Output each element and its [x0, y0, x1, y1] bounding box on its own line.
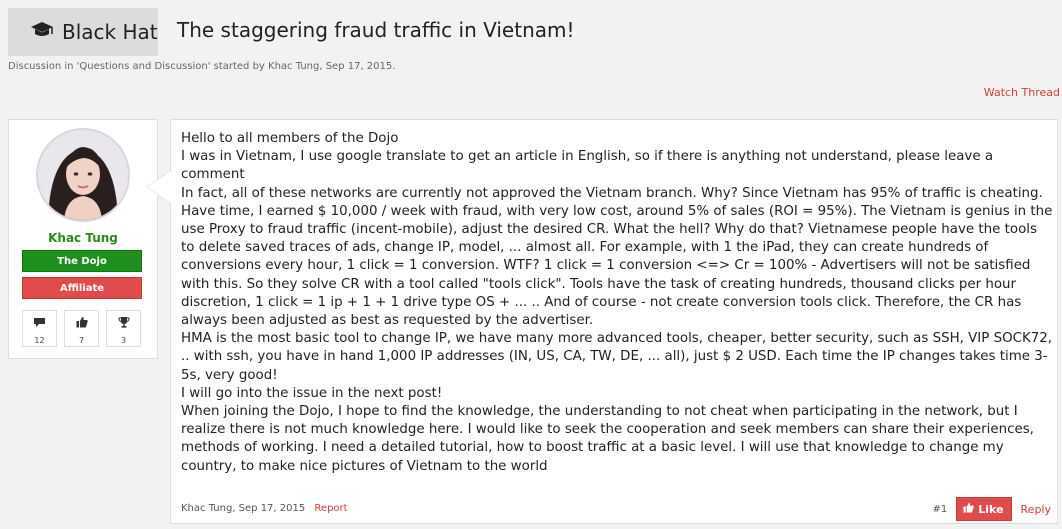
- avatar[interactable]: [36, 128, 130, 222]
- like-button[interactable]: Like: [956, 497, 1012, 521]
- reply-link[interactable]: Reply: [1021, 503, 1051, 516]
- thread-meta: Discussion in 'Questions and Discussion'…: [8, 61, 396, 72]
- post-paragraph: HMA is the most basic tool to change IP,…: [181, 331, 1053, 383]
- message-pointer-arrow: [147, 171, 171, 203]
- message-count-stat[interactable]: 12: [22, 310, 57, 347]
- thread-title: The staggering fraud traffic in Vietnam!: [177, 18, 575, 42]
- trophy-icon: [117, 313, 130, 332]
- post-paragraph: When joining the Dojo, I hope to find th…: [181, 404, 1034, 474]
- affiliate-badge: Affiliate: [22, 277, 142, 299]
- post-paragraph: Hello to all members of the Dojo: [181, 131, 399, 146]
- post-actions: #1 Like Reply: [933, 497, 1051, 521]
- report-link[interactable]: Report: [314, 503, 347, 514]
- speech-bubble-icon: [33, 313, 46, 332]
- username[interactable]: Khac Tung: [9, 231, 157, 245]
- post-footer: Khac Tung, Sep 17, 2015 Report: [181, 503, 348, 514]
- post-paragraph: I was in Vietnam, I use google translate…: [181, 149, 994, 183]
- graduation-cap-icon: [30, 20, 54, 44]
- thumbs-up-icon: [963, 502, 974, 516]
- watch-thread-link[interactable]: Watch Thread: [984, 86, 1060, 99]
- trophy-count: 3: [120, 335, 127, 345]
- post-paragraph: In fact, all of these networks are curre…: [181, 185, 1053, 329]
- likes-received-stat[interactable]: 7: [64, 310, 99, 347]
- likes-count: 7: [78, 335, 85, 345]
- post-number[interactable]: #1: [933, 504, 948, 515]
- user-stats: 12 7 3: [22, 310, 141, 347]
- user-info-panel: Khac Tung The Dojo Affiliate 12 7 3: [8, 119, 158, 359]
- message-count: 12: [34, 335, 45, 345]
- post-paragraph: I will go into the issue in the next pos…: [181, 385, 443, 401]
- thumbs-up-icon: [76, 313, 88, 332]
- post-message: Hello to all members of the Dojo I was i…: [170, 119, 1058, 524]
- thread-prefix[interactable]: Black Hat: [8, 8, 158, 56]
- thread-prefix-label: Black Hat: [62, 20, 158, 44]
- trophy-points-stat[interactable]: 3: [106, 310, 141, 347]
- user-title-badge: The Dojo: [22, 250, 142, 272]
- post-author-date[interactable]: Khac Tung, Sep 17, 2015: [181, 503, 305, 514]
- post-body: Hello to all members of the Dojo I was i…: [181, 130, 1053, 476]
- like-label: Like: [978, 502, 1004, 516]
